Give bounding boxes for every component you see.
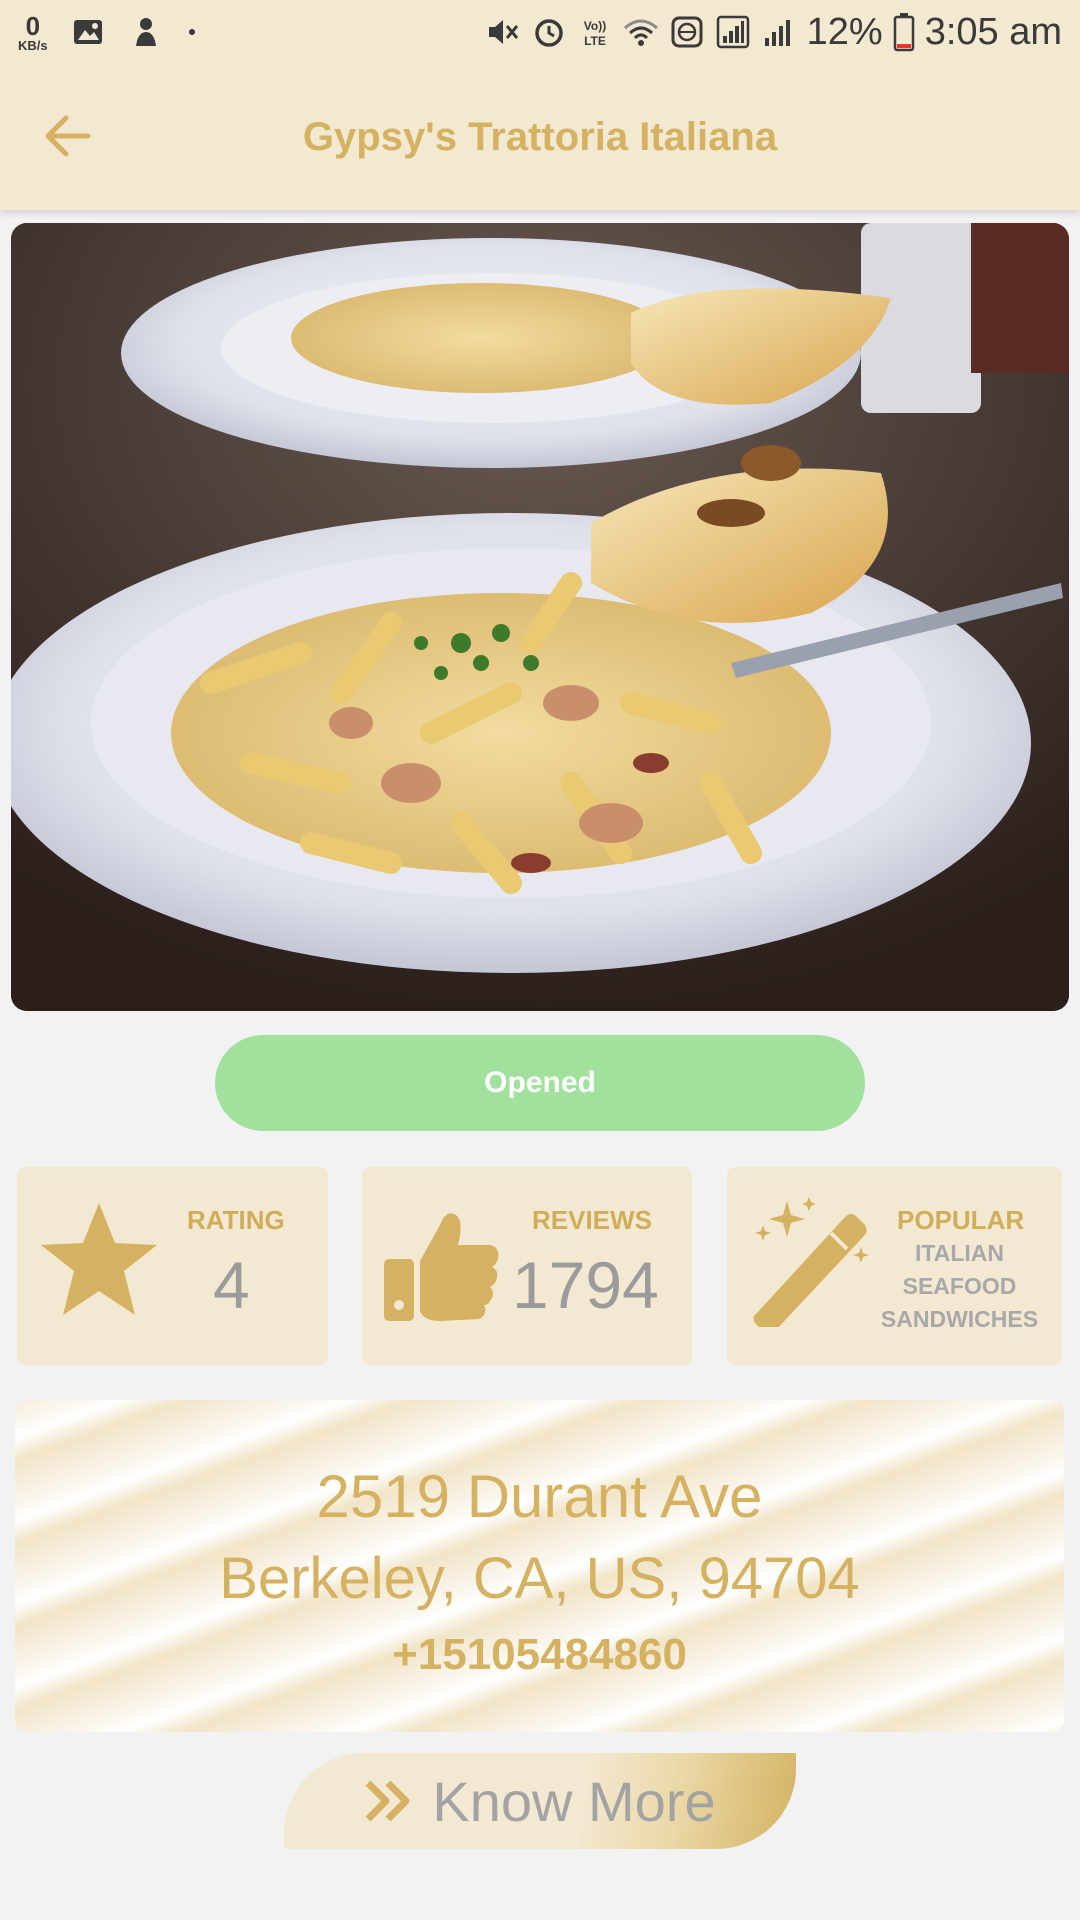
mute-icon	[488, 20, 518, 44]
popular-item: SEAFOOD	[902, 1273, 1017, 1299]
rating-card: RATING 4	[17, 1167, 328, 1365]
pasta-photo	[11, 223, 1069, 1011]
app-bar: Gypsy's Trattoria Italiana	[0, 64, 1080, 210]
phone-number[interactable]: +15105484860	[15, 1630, 1064, 1680]
image-carousel[interactable]	[11, 223, 1069, 1011]
address-street: 2519 Durant Ave	[316, 1463, 763, 1530]
popular-label: POPULAR	[897, 1205, 1025, 1235]
star-icon	[41, 1203, 157, 1315]
double-chevron-right-icon	[365, 1780, 410, 1822]
status-bar: 0 KB/s Vo)) LTE 12% 3:05 am	[0, 0, 1080, 64]
reviews-card: REVIEWS 1794	[362, 1167, 692, 1365]
rating-value: 4	[213, 1248, 250, 1322]
open-status-badge: Opened	[215, 1035, 865, 1131]
page-title: Gypsy's Trattoria Italiana	[302, 114, 778, 159]
popular-categories: ITALIAN SEAFOOD SANDWICHES	[867, 1237, 1052, 1336]
wifi-icon	[623, 19, 658, 46]
vpn-icon	[671, 16, 703, 48]
battery-icon	[893, 13, 914, 52]
alarm-icon	[534, 19, 563, 47]
image-icon	[73, 20, 102, 44]
app-icon	[135, 18, 156, 46]
know-more-button[interactable]: Know More	[284, 1753, 796, 1849]
popular-item: ITALIAN	[914, 1240, 1004, 1266]
network-speed-value: 0	[25, 10, 41, 41]
thumbs-up-icon	[384, 1213, 499, 1321]
dot-icon	[188, 29, 195, 35]
reviews-label: REVIEWS	[532, 1205, 652, 1235]
arrow-left-icon[interactable]	[38, 106, 98, 166]
clock: 3:05 am	[924, 10, 1062, 53]
popular-item: SANDWICHES	[880, 1306, 1039, 1332]
reviews-value: 1794	[512, 1248, 659, 1322]
address-city: Berkeley, CA, US, 94704	[219, 1546, 860, 1611]
sim-signal-icon	[716, 15, 749, 49]
magic-wand-icon	[753, 1197, 869, 1327]
svg-text:LTE: LTE	[584, 34, 606, 48]
network-speed-unit: KB/s	[18, 37, 48, 53]
popular-card: POPULAR ITALIAN SEAFOOD SANDWICHES	[727, 1167, 1062, 1365]
network-speed: 0 KB/s	[18, 13, 48, 52]
signal-icon	[764, 20, 790, 46]
rating-label: RATING	[187, 1205, 285, 1235]
know-more-label: Know More	[432, 1769, 716, 1833]
battery-percent: 12%	[806, 10, 883, 53]
address-panel: 2519 Durant Ave Berkeley, CA, US, 94704 …	[15, 1400, 1064, 1732]
volte-icon: Vo)) LTE	[583, 19, 606, 48]
svg-text:Vo)): Vo))	[583, 19, 605, 33]
